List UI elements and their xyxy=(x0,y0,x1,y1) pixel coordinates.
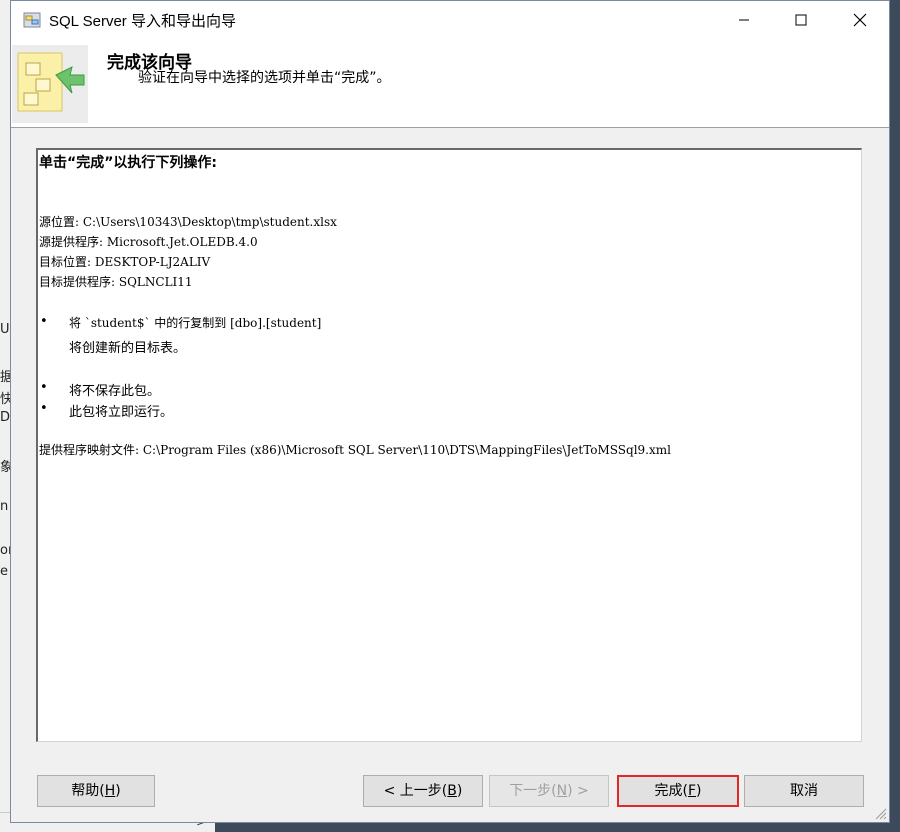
back-label-end: ) xyxy=(456,783,463,799)
minimize-icon xyxy=(739,19,749,21)
background-text: n xyxy=(0,499,9,514)
bullet: • xyxy=(40,380,48,395)
help-accesskey: H xyxy=(104,783,116,799)
create-table-text: 将创建新的目标表。 xyxy=(69,341,187,356)
finish-button[interactable]: 完成(F) xyxy=(617,775,739,807)
bullet: • xyxy=(40,401,48,416)
source-provider: 源提供程序: Microsoft.Jet.OLEDB.4.0 xyxy=(39,235,258,249)
finish-label-end: ) xyxy=(696,783,702,799)
close-icon xyxy=(853,13,867,27)
wizard-app-icon xyxy=(23,12,41,28)
help-button[interactable]: 帮助(H) xyxy=(37,775,155,807)
next-accesskey: N xyxy=(556,783,568,799)
next-label: 下一步( xyxy=(509,783,557,799)
chevron-right-icon: > xyxy=(572,783,589,799)
window-title: SQL Server 导入和导出向导 xyxy=(49,13,236,30)
source-location: 源位置: C:\Users\10343\Desktop\tmp\student.… xyxy=(39,215,337,229)
bullet: • xyxy=(40,314,48,329)
finish-label: 完成( xyxy=(654,783,688,799)
copy-rows-text: 将 `student$` 中的行复制到 [dbo].[student] xyxy=(69,316,322,330)
wizard-banner-icon xyxy=(12,45,88,123)
resize-grip-icon[interactable] xyxy=(873,806,887,820)
back-accesskey: B xyxy=(447,783,457,799)
help-label: 帮助( xyxy=(71,783,105,799)
target-location: 目标位置: DESKTOP-LJ2ALIV xyxy=(39,255,211,269)
wizard-header: 完成该向导 验证在向导中选择的选项并单击“完成”。 xyxy=(11,39,889,128)
minimize-button[interactable] xyxy=(721,1,767,39)
page-subtitle: 验证在向导中选择的选项并单击“完成”。 xyxy=(138,70,391,86)
background-text: D xyxy=(0,410,11,425)
title-bar[interactable]: SQL Server 导入和导出向导 xyxy=(11,1,889,39)
cancel-label: 取消 xyxy=(790,783,818,799)
back-button[interactable]: < 上一步(B) xyxy=(363,775,483,807)
run-now-text: 此包将立即运行。 xyxy=(69,405,174,420)
cancel-button[interactable]: 取消 xyxy=(744,775,864,807)
maximize-icon xyxy=(795,14,807,26)
target-provider: 目标提供程序: SQLNCLI11 xyxy=(39,275,193,289)
background-text: e xyxy=(0,564,8,579)
next-button[interactable]: 下一步(N) > xyxy=(489,775,609,807)
not-save-text: 将不保存此包。 xyxy=(69,384,161,399)
help-label-end: ) xyxy=(115,783,121,799)
summary-heading: 单击“完成”以执行下列操作: xyxy=(39,155,218,171)
finish-accesskey: F xyxy=(687,783,697,799)
close-button[interactable] xyxy=(837,1,883,39)
maximize-button[interactable] xyxy=(778,1,824,39)
chevron-left-icon: < xyxy=(383,783,396,799)
wizard-window: SQL Server 导入和导出向导 完成该向导 验证在向导中选择的选项并单击“… xyxy=(10,0,890,823)
summary-textbox[interactable]: 单击“完成”以执行下列操作: 源位置: C:\Users\10343\Deskt… xyxy=(36,148,862,742)
mapping-file: 提供程序映射文件: C:\Program Files (x86)\Microso… xyxy=(39,443,671,457)
back-label: 上一步( xyxy=(395,783,448,799)
